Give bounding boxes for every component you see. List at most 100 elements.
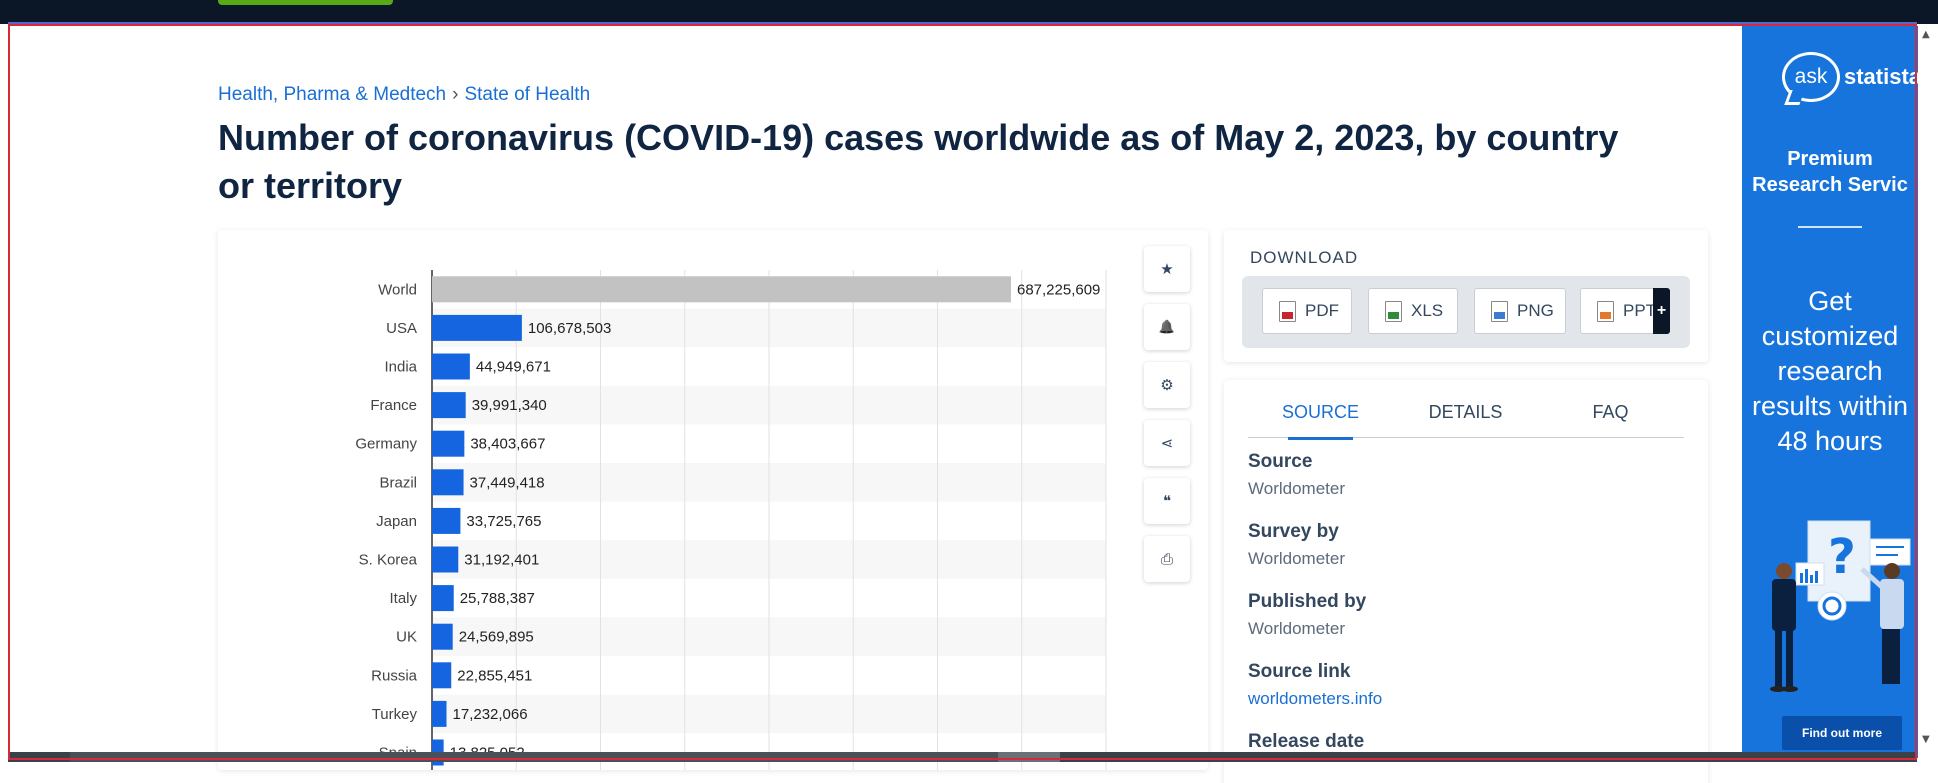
category-label: Turkey	[372, 706, 418, 723]
logo-brand-text: statista	[1844, 64, 1918, 89]
bar-india[interactable]	[432, 353, 470, 380]
find-out-more-button[interactable]: Find out more	[1782, 716, 1902, 750]
ask-statista-logo: ask statista	[1782, 52, 1918, 102]
download-ppt-button[interactable]: PPT +	[1580, 288, 1670, 334]
bell-icon: 🔔	[1158, 319, 1176, 335]
pdf-file-icon	[1279, 300, 1296, 322]
research-team-illustration: ?	[1770, 520, 1911, 692]
value-label: 33,725,765	[466, 513, 541, 530]
category-label: Germany	[355, 436, 417, 453]
download-xls-button[interactable]: XLS	[1368, 288, 1458, 334]
ad-copy-line-4: results within	[1751, 391, 1909, 421]
download-pdf-button[interactable]: PDF	[1262, 288, 1352, 334]
bar-japan[interactable]	[432, 507, 461, 534]
value-label: 25,788,387	[460, 590, 535, 607]
category-label: UK	[396, 629, 417, 646]
chart-toolbar: ★ 🔔 ⚙ ⋖ ❝ ⎙	[1144, 246, 1190, 594]
settings-button[interactable]: ⚙	[1144, 362, 1190, 408]
page: Health, Pharma & Medtech › State of Health…	[0, 0, 1938, 783]
ad-copy-line-5: 48 hours	[1777, 426, 1883, 456]
download-card: DOWNLOAD PDF XLS PNG PPT +	[1224, 230, 1708, 362]
top-navigation-bar	[0, 0, 1938, 24]
download-xls-label: XLS	[1411, 301, 1444, 320]
ad-copy-line-3: research	[1777, 356, 1883, 386]
published-section: Published by Worldometer	[1248, 591, 1366, 639]
share-button[interactable]: ⋖	[1144, 420, 1190, 466]
bar-italy[interactable]	[432, 585, 454, 612]
quote-icon: ❝	[1162, 492, 1172, 510]
citation-button[interactable]: ❝	[1144, 478, 1190, 524]
breadcrumb-item-state-of-health[interactable]: State of Health	[464, 84, 590, 105]
ad-copy: Get customized research results within 4…	[1742, 284, 1918, 459]
source-link-section: Source link worldometers.info	[1248, 661, 1382, 709]
page-title: Number of coronavirus (COVID-19) cases w…	[218, 117, 1619, 206]
vertical-scrollbar[interactable]: ▲ ▼	[1918, 26, 1938, 761]
chart-card: World 687,225,609 USA 106,678,503 India 44,94…	[218, 230, 1208, 770]
download-title: DOWNLOAD	[1250, 248, 1359, 267]
tab-source[interactable]: SOURCE	[1248, 402, 1393, 440]
survey-section: Survey by Worldometer	[1248, 521, 1345, 569]
category-label: France	[370, 397, 417, 414]
source-link[interactable]: worldometers.info	[1248, 689, 1382, 709]
print-button[interactable]: ⎙	[1144, 536, 1190, 582]
bar-world[interactable]	[432, 276, 1011, 303]
bar-uk[interactable]	[432, 623, 453, 650]
ad-copy-line-2: customized	[1761, 321, 1899, 351]
bar-germany[interactable]	[432, 430, 465, 457]
xls-file-icon	[1385, 300, 1402, 322]
scroll-down-icon[interactable]: ▼	[1922, 734, 1930, 745]
share-icon: ⋖	[1160, 434, 1174, 452]
ad-headline: Premium Research Servic	[1742, 146, 1918, 198]
horizontal-scrollbar[interactable]	[8, 752, 1917, 762]
download-png-button[interactable]: PNG	[1474, 288, 1566, 334]
tab-details[interactable]: DETAILS	[1393, 402, 1538, 438]
highlight-top-edge	[8, 22, 1917, 24]
source-card: SOURCE DETAILS FAQ Source Worldometer Su…	[1224, 380, 1708, 783]
value-label: 106,678,503	[528, 320, 611, 337]
scrollbar-track	[70, 752, 1000, 762]
release-date-label: Release date	[1248, 731, 1365, 752]
print-icon: ⎙	[1160, 550, 1173, 568]
value-label: 687,225,609	[1017, 281, 1100, 298]
ad-copy-line-1: Get	[1808, 286, 1852, 316]
favorite-button[interactable]: ★	[1144, 246, 1190, 292]
scroll-up-icon[interactable]: ▲	[1922, 29, 1930, 40]
star-icon: ★	[1160, 260, 1174, 278]
more-formats-button[interactable]: +	[1653, 288, 1670, 334]
bar-brazil[interactable]	[432, 469, 464, 496]
survey-label: Survey by	[1248, 521, 1339, 542]
bar-s-korea[interactable]	[432, 546, 459, 573]
ad-headline-line-1: Premium	[1787, 148, 1873, 170]
tab-faq[interactable]: FAQ	[1538, 402, 1683, 438]
png-file-icon	[1491, 300, 1508, 322]
category-label: S. Korea	[359, 552, 418, 569]
header-cta-button[interactable]	[218, 0, 393, 5]
source-value: Worldometer	[1248, 479, 1345, 498]
breadcrumb: Health, Pharma & Medtech › State of Health	[218, 84, 590, 106]
bar-turkey[interactable]	[432, 700, 447, 727]
download-pdf-label: PDF	[1305, 301, 1339, 320]
category-label: Brazil	[379, 474, 417, 491]
svg-text:?: ?	[1828, 529, 1856, 585]
scrollbar-thumb[interactable]	[998, 752, 1060, 762]
gear-icon: ⚙	[1160, 376, 1174, 394]
bar-usa[interactable]	[432, 314, 522, 341]
breadcrumb-item-health[interactable]: Health, Pharma & Medtech	[218, 84, 446, 105]
value-label: 22,855,451	[457, 667, 532, 684]
download-ppt-label: PPT	[1623, 301, 1657, 320]
value-label: 44,949,671	[476, 359, 551, 376]
survey-value: Worldometer	[1248, 549, 1345, 568]
download-png-label: PNG	[1517, 301, 1554, 320]
bar-france[interactable]	[432, 392, 466, 419]
bar-chart: World 687,225,609 USA 106,678,503 India 44,94…	[355, 270, 1107, 770]
category-label: Italy	[389, 590, 417, 607]
category-label: USA	[386, 320, 417, 337]
release-date-section: Release date	[1248, 731, 1364, 753]
value-label: 31,192,401	[464, 552, 539, 569]
ad-divider	[1798, 226, 1862, 228]
bar-russia[interactable]	[432, 662, 452, 689]
notification-button[interactable]: 🔔	[1144, 304, 1190, 350]
published-value: Worldometer	[1248, 619, 1345, 638]
download-options: PDF XLS PNG PPT +	[1242, 276, 1690, 348]
category-label: World	[378, 281, 417, 298]
